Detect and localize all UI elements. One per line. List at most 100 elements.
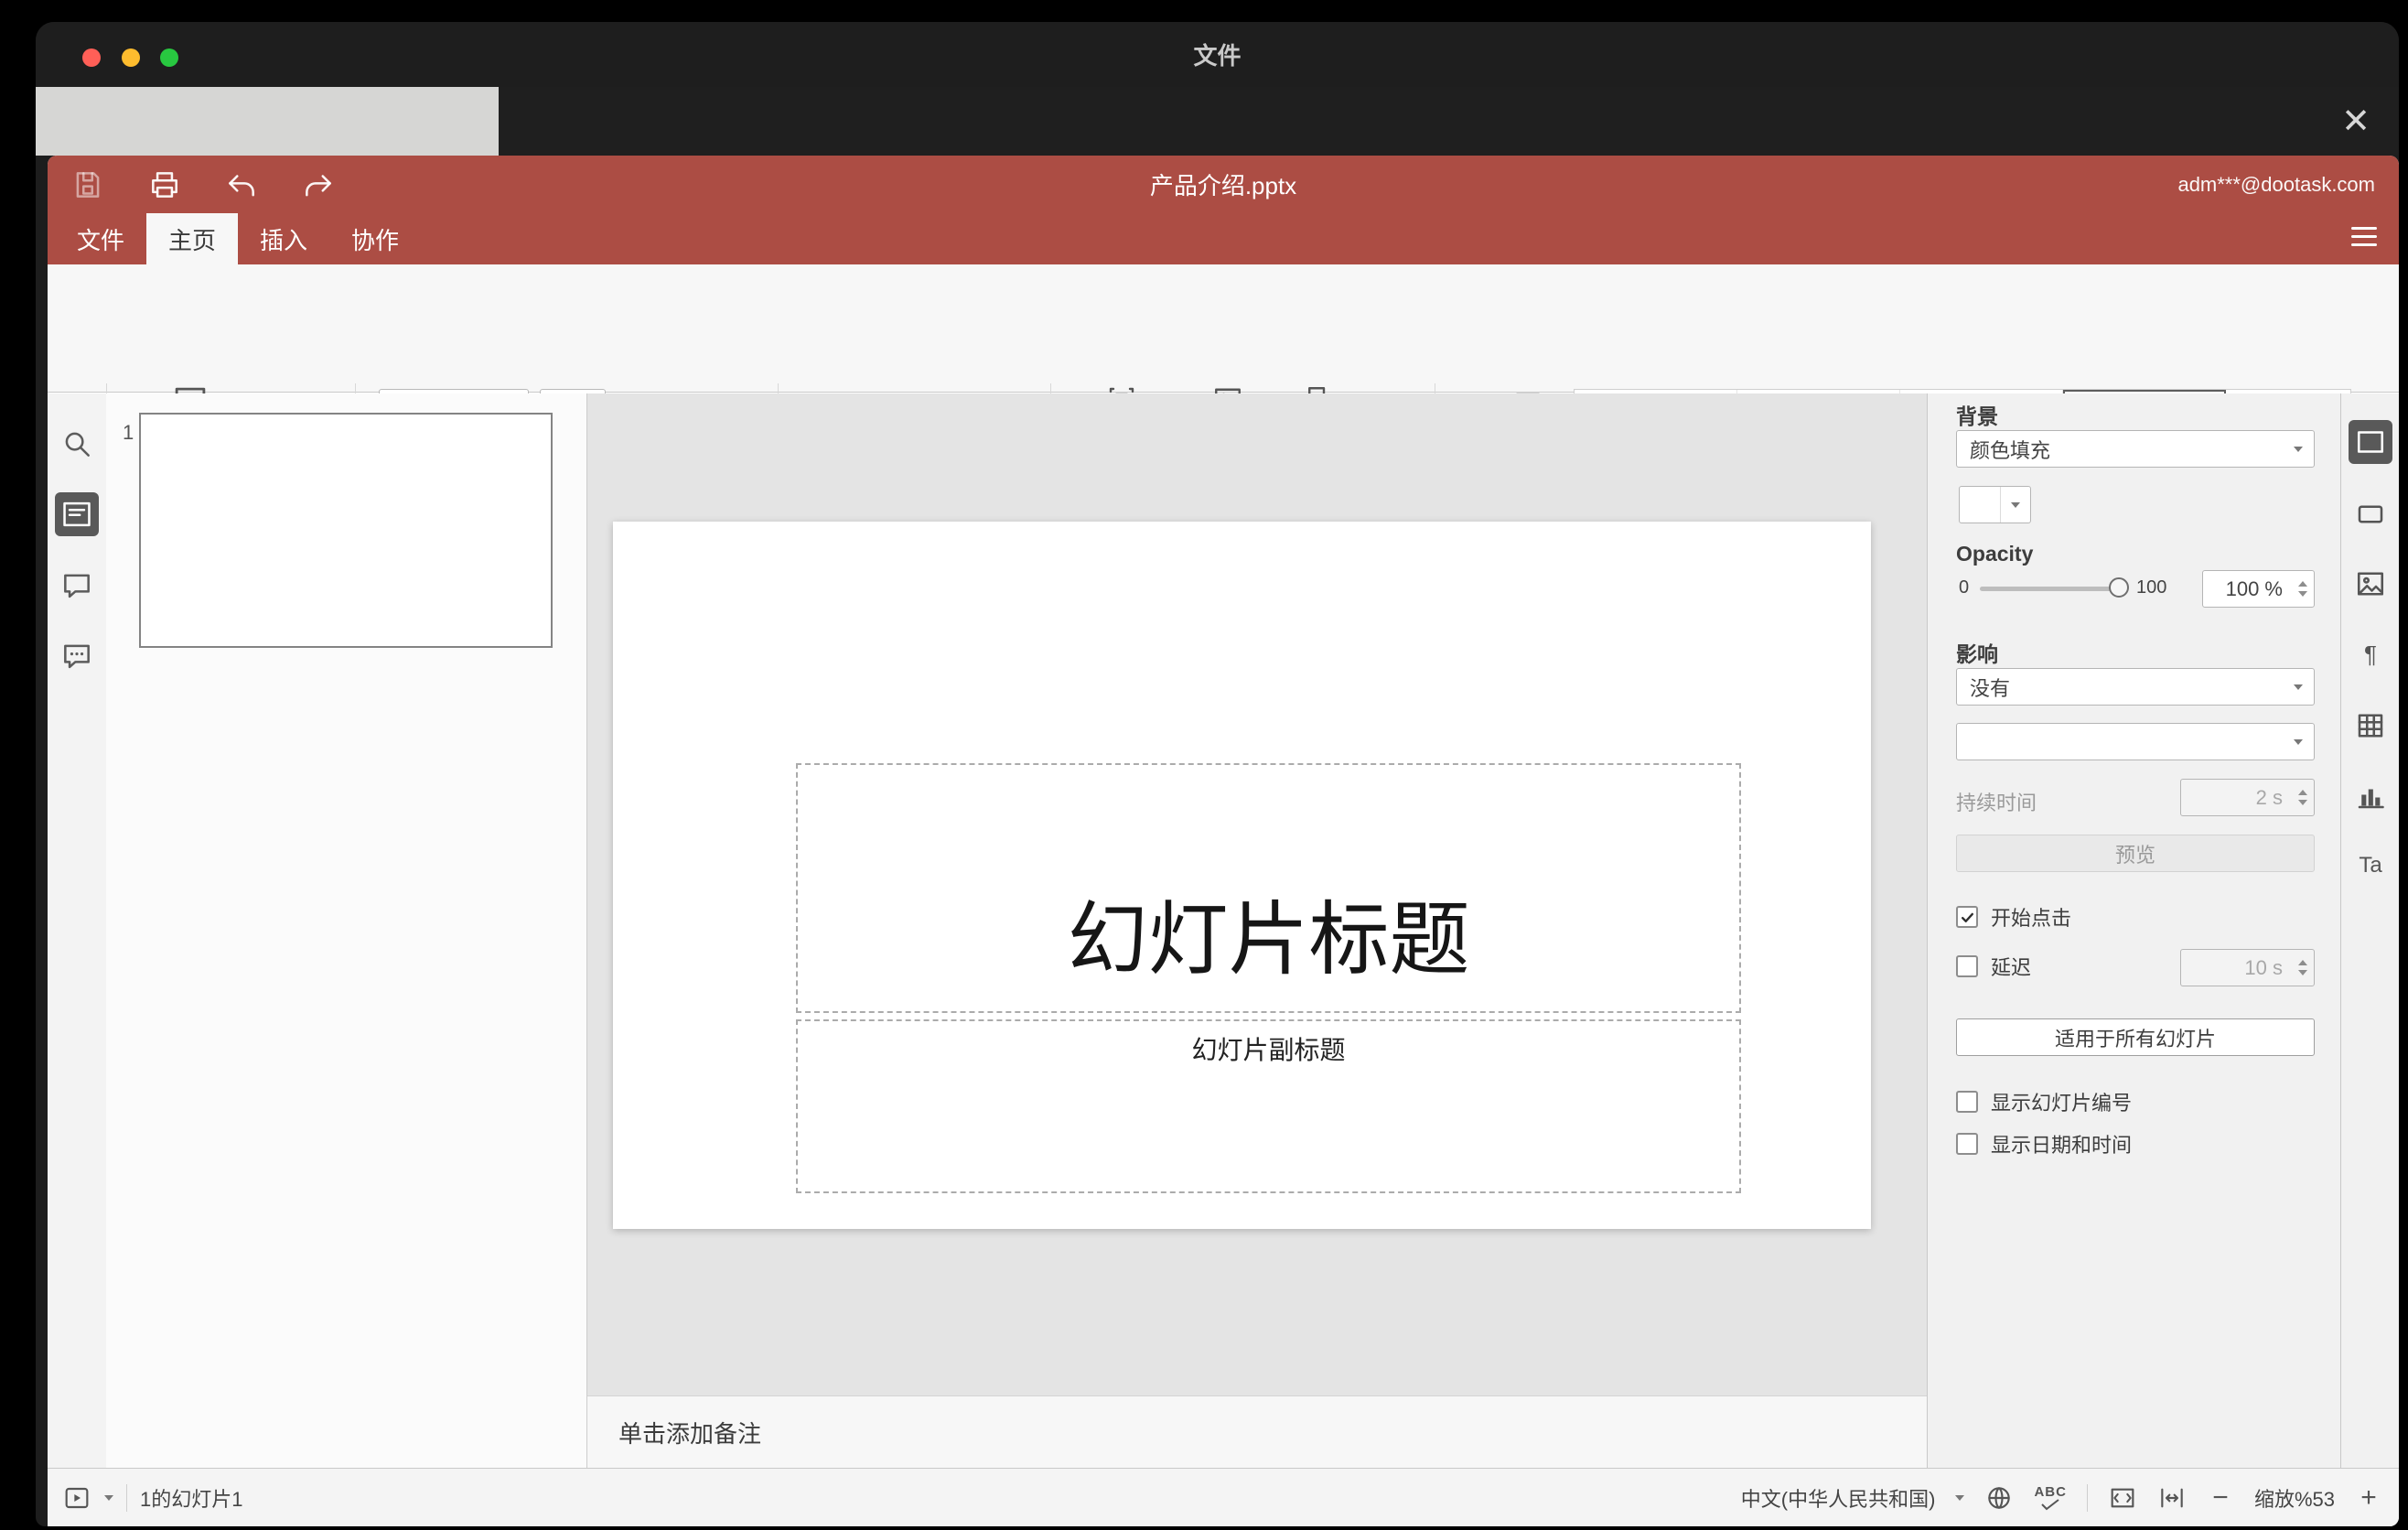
macos-window: 文件 ✕ 产品介绍.pptx adm***@dootask.com 文件 主页 … bbox=[36, 22, 2399, 1526]
slide[interactable]: 幻灯片标题 幻灯片副标题 bbox=[613, 522, 1871, 1229]
tab-home[interactable]: 主页 bbox=[146, 213, 239, 264]
home-toolbar: 添加幻灯片 A A Aa B bbox=[48, 264, 2399, 477]
slide-subtitle-text: 幻灯片副标题 bbox=[1191, 1036, 1346, 1064]
show-date-time-row: 显示日期和时间 bbox=[1956, 1132, 2133, 1157]
slide-settings-panel: 背景 颜色填充 Opacity 0 100 100 % 影响 没有 持续时间 2… bbox=[1927, 393, 2340, 1468]
check-icon bbox=[1961, 912, 1973, 922]
fit-width-button[interactable] bbox=[2157, 1483, 2187, 1513]
delay-spinner[interactable]: 10 s bbox=[2180, 949, 2315, 986]
preview-button[interactable]: 预览 bbox=[1956, 835, 2315, 872]
spinner-up-icon[interactable] bbox=[2298, 960, 2307, 965]
slides-panel-button[interactable] bbox=[55, 492, 99, 536]
opacity-slider-knob[interactable] bbox=[2109, 577, 2129, 598]
fit-slide-icon bbox=[2111, 1488, 2134, 1507]
spinner-down-icon[interactable] bbox=[2298, 591, 2307, 597]
comments-button[interactable] bbox=[55, 564, 99, 608]
notes-area[interactable]: 单击添加备注 bbox=[587, 1395, 1927, 1468]
chevron-down-icon[interactable] bbox=[1955, 1494, 1965, 1501]
chevron-down-icon[interactable] bbox=[104, 1494, 113, 1501]
chat-button[interactable] bbox=[55, 634, 99, 678]
duration-label: 持续时间 bbox=[1956, 792, 2037, 814]
slide-title-text: 幻灯片标题 bbox=[1067, 894, 1470, 985]
fit-slide-button[interactable] bbox=[2108, 1483, 2137, 1513]
show-date-time-checkbox[interactable] bbox=[1956, 1133, 1978, 1155]
table-settings-button[interactable] bbox=[2349, 704, 2392, 748]
slide-thumbnail[interactable] bbox=[139, 413, 553, 648]
background-fill-select[interactable]: 颜色填充 bbox=[1956, 430, 2315, 468]
slide-thumbnail-number: 1 bbox=[123, 421, 134, 444]
start-on-click-checkbox[interactable] bbox=[1956, 906, 1978, 928]
zoom-in-button[interactable]: + bbox=[2355, 1482, 2382, 1514]
slide-thumbnails-panel: 1 bbox=[106, 393, 587, 1468]
apply-to-all-slides-button[interactable]: 适用于所有幻灯片 bbox=[1956, 1018, 2315, 1056]
spinner-down-icon[interactable] bbox=[2298, 970, 2307, 975]
opacity-max-label: 100 bbox=[2136, 577, 2167, 598]
delay-checkbox[interactable] bbox=[1956, 955, 1978, 977]
slide-settings-button[interactable] bbox=[2349, 420, 2392, 464]
opacity-label: Opacity bbox=[1956, 542, 2034, 566]
start-slideshow-status-button[interactable] bbox=[62, 1483, 91, 1513]
background-fill-value: 颜色填充 bbox=[1970, 438, 2051, 462]
search-button[interactable] bbox=[55, 422, 99, 466]
status-bar: 1的幻灯片1 中文(中华人民共和国) ABC − 缩放%53 + bbox=[48, 1468, 2399, 1526]
chevron-down-icon bbox=[2011, 501, 2020, 508]
menu-icon[interactable] bbox=[2351, 227, 2377, 246]
slides-icon bbox=[63, 501, 91, 527]
spellcheck-button[interactable]: ABC bbox=[2034, 1485, 2067, 1511]
tab-file[interactable]: 文件 bbox=[55, 213, 146, 264]
background-color-picker[interactable] bbox=[1959, 486, 2031, 523]
chevron-down-icon bbox=[2294, 738, 2303, 745]
slide-counter: 1的幻灯片1 bbox=[140, 1487, 243, 1511]
show-slide-number-checkbox[interactable] bbox=[1956, 1091, 1978, 1113]
tab-collaboration[interactable]: 协作 bbox=[329, 213, 421, 264]
subtitle-placeholder[interactable]: 幻灯片副标题 bbox=[796, 1019, 1741, 1193]
check-icon bbox=[2041, 1498, 2059, 1510]
chat-icon bbox=[64, 644, 90, 669]
chevron-down-icon bbox=[2294, 446, 2303, 452]
status-divider bbox=[2086, 1483, 2088, 1512]
editor-header: 产品介绍.pptx adm***@dootask.com 文件 主页 插入 协作 bbox=[48, 156, 2399, 264]
language-button[interactable]: 中文(中华人民共和国) bbox=[1741, 1483, 1936, 1513]
title-placeholder[interactable]: 幻灯片标题 bbox=[796, 763, 1741, 1013]
search-icon bbox=[65, 432, 90, 457]
delay-row: 延迟 bbox=[1956, 954, 2032, 979]
image-settings-button[interactable] bbox=[2349, 562, 2392, 606]
spinner-down-icon[interactable] bbox=[2298, 800, 2307, 805]
chart-settings-button[interactable] bbox=[2349, 774, 2392, 818]
opacity-spinner[interactable]: 100 % bbox=[2202, 570, 2315, 608]
transition-value: 没有 bbox=[1970, 676, 2011, 700]
textart-settings-button[interactable]: Ta bbox=[2349, 844, 2392, 888]
opacity-slider-track[interactable] bbox=[1980, 587, 2126, 591]
globe-icon bbox=[1988, 1486, 2011, 1509]
duration-value: 2 s bbox=[2255, 785, 2283, 809]
chevron-down-icon bbox=[2294, 684, 2303, 690]
fit-width-icon bbox=[2161, 1488, 2183, 1507]
opacity-min-label: 0 bbox=[1959, 577, 1970, 598]
dialog-band: ✕ bbox=[36, 87, 2399, 156]
color-swatch bbox=[1960, 487, 2001, 523]
close-icon[interactable]: ✕ bbox=[2333, 96, 2379, 146]
right-icon-strip: ¶ Ta bbox=[2340, 393, 2399, 1468]
table-settings-icon bbox=[2358, 714, 2383, 738]
spinner-up-icon[interactable] bbox=[2298, 581, 2307, 587]
presentation-editor: 产品介绍.pptx adm***@dootask.com 文件 主页 插入 协作… bbox=[48, 156, 2399, 1526]
left-icon-strip bbox=[48, 393, 106, 1468]
zoom-level-label[interactable]: 缩放%53 bbox=[2254, 1483, 2335, 1513]
set-language-globe-button[interactable] bbox=[1984, 1483, 2014, 1513]
show-date-time-label: 显示日期和时间 bbox=[1991, 1134, 2133, 1157]
transition-select[interactable]: 没有 bbox=[1956, 668, 2315, 706]
shape-settings-button[interactable] bbox=[2349, 492, 2392, 536]
user-email: adm***@dootask.com bbox=[2177, 172, 2375, 196]
macos-titlebar: 文件 bbox=[36, 22, 2399, 87]
paragraph-settings-button[interactable]: ¶ bbox=[2349, 632, 2392, 676]
transition-effect-select[interactable] bbox=[1956, 723, 2315, 760]
zoom-out-button[interactable]: − bbox=[2207, 1482, 2234, 1514]
duration-spinner[interactable]: 2 s bbox=[2180, 779, 2315, 816]
spinner-up-icon[interactable] bbox=[2298, 790, 2307, 795]
window-title: 文件 bbox=[1193, 42, 1242, 70]
tab-insert[interactable]: 插入 bbox=[238, 213, 329, 264]
image-settings-icon bbox=[2357, 572, 2384, 596]
delay-label: 延迟 bbox=[1991, 956, 2032, 979]
transition-label: 影响 bbox=[1956, 642, 1998, 666]
show-slide-number-label: 显示幻灯片编号 bbox=[1991, 1092, 2133, 1115]
